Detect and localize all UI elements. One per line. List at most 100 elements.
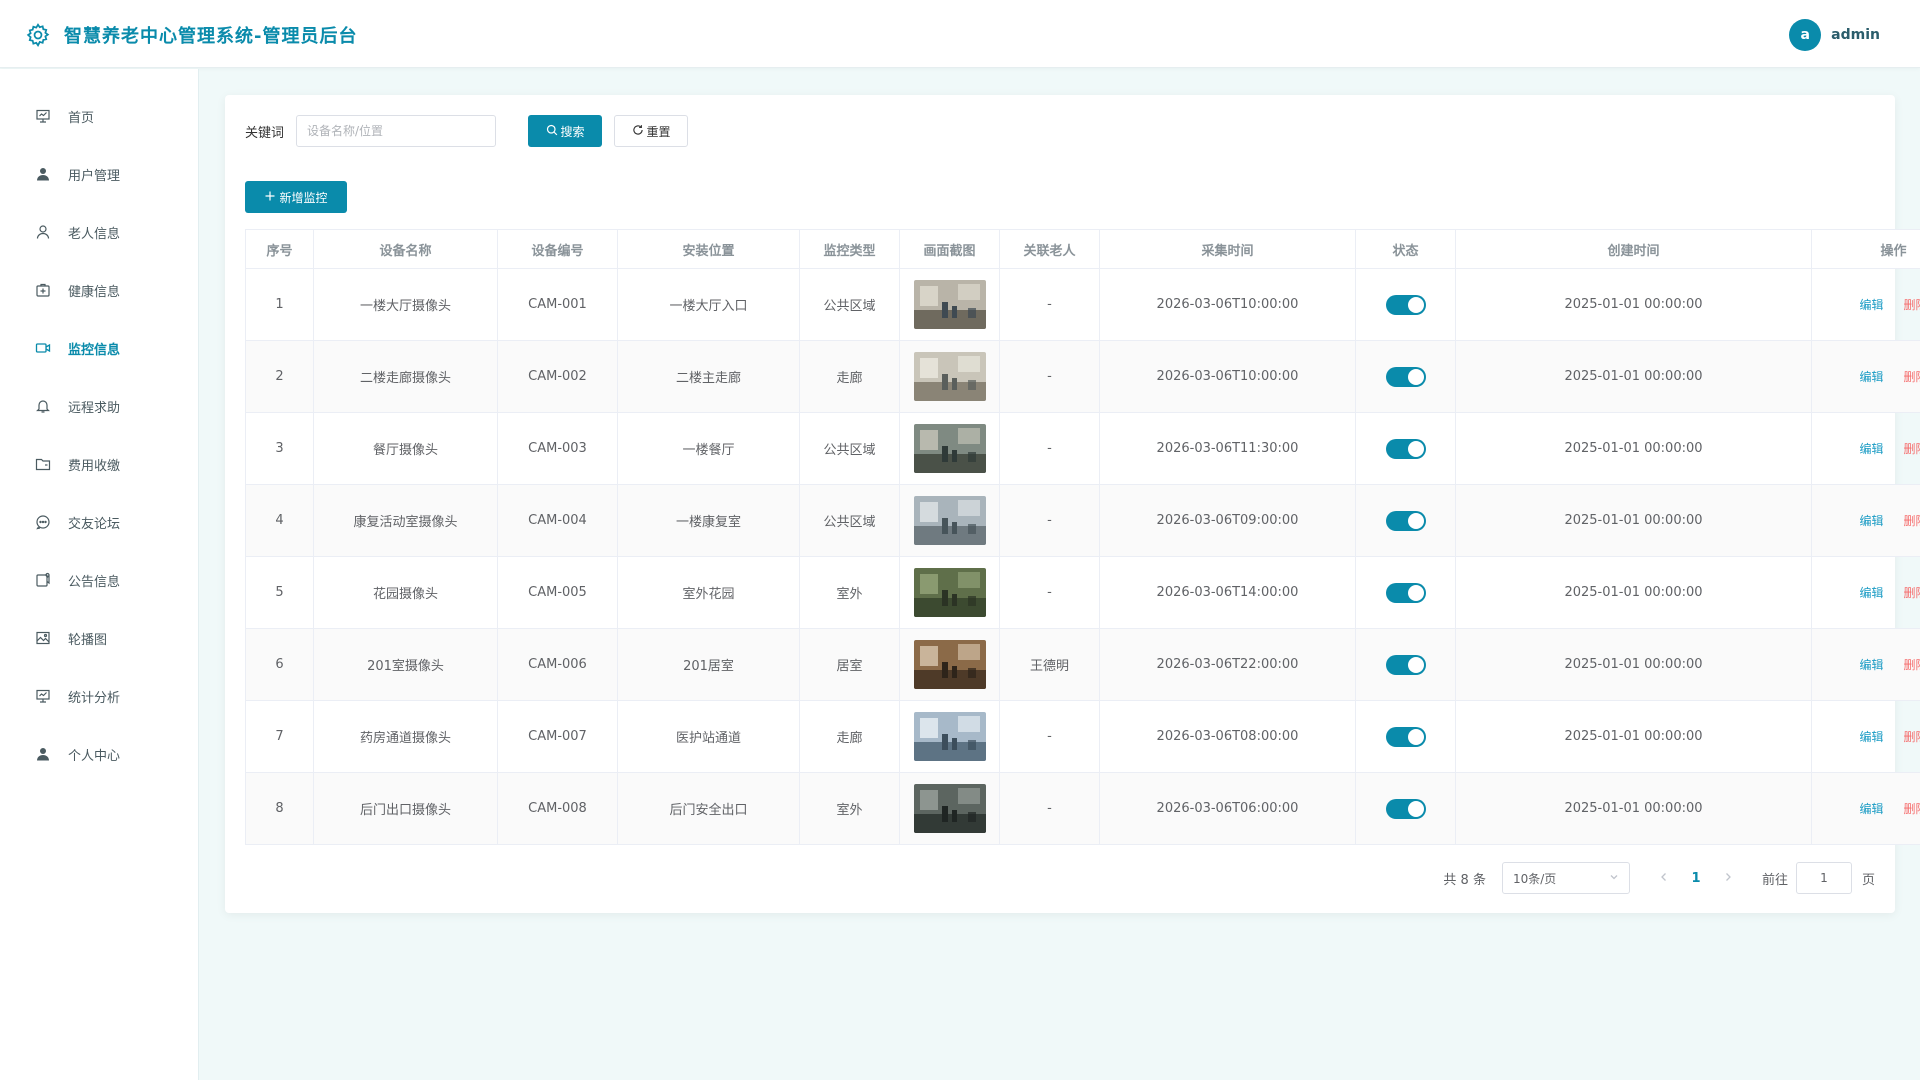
cell-created: 2025-01-01 00:00:00 <box>1455 268 1812 341</box>
cell-name: 花园摄像头 <box>313 556 498 629</box>
edit-button[interactable]: 编辑 <box>1859 586 1883 600</box>
sidebar-item-6[interactable]: 费用收缴 <box>0 435 198 493</box>
camera-snapshot-image[interactable] <box>900 568 999 617</box>
cell-collect: 2026-03-06T09:00:00 <box>1099 484 1356 557</box>
cell-screenshot <box>899 484 1000 557</box>
cell-actions: 编辑 删除 <box>1811 412 1920 485</box>
sidebar-item-2[interactable]: 老人信息 <box>0 203 198 261</box>
user-menu[interactable]: a admin <box>1789 19 1880 51</box>
delete-button[interactable]: 删除 <box>1904 514 1920 528</box>
table-row: 8 后门出口摄像头 CAM-008 后门安全出口 室外 -2026-03-06T06:00… <box>245 772 1920 845</box>
cell-code: CAM-007 <box>497 700 618 773</box>
sidebar-item-label: 首页 <box>68 110 95 126</box>
cell-location: 后门安全出口 <box>617 772 800 845</box>
username[interactable]: admin <box>1831 27 1880 43</box>
edit-button[interactable]: 编辑 <box>1859 514 1883 528</box>
status-toggle[interactable] <box>1385 582 1426 603</box>
status-toggle[interactable] <box>1385 366 1426 387</box>
delete-button[interactable]: 删除 <box>1904 586 1920 600</box>
cell-created: 2025-01-01 00:00:00 <box>1455 772 1812 845</box>
sidebar-item-10[interactable]: 统计分析 <box>0 667 198 725</box>
page-number-current[interactable]: 1 <box>1682 871 1710 886</box>
cell-collect: 2026-03-06T22:00:00 <box>1099 628 1356 701</box>
reset-button[interactable]: 重置 <box>614 115 689 147</box>
camera-snapshot-image[interactable] <box>900 424 999 473</box>
cell-screenshot <box>899 628 1000 701</box>
sidebar: 首页用户管理 老人信息 健康信息 监控信息 远程求助费用收缴交友论坛公告信息 轮播图 统计分… <box>0 69 199 1080</box>
pagination-total: 共 8 条 <box>1443 872 1486 888</box>
delete-button[interactable]: 删除 <box>1904 658 1920 672</box>
delete-button[interactable]: 删除 <box>1904 442 1920 456</box>
column-header: 监控类型 <box>799 229 900 269</box>
cell-collect: 2026-03-06T10:00:00 <box>1099 340 1356 413</box>
cell-collect: 2026-03-06T08:00:00 <box>1099 700 1356 773</box>
status-toggle[interactable] <box>1385 654 1426 675</box>
cell-collect: 2026-03-06T14:00:00 <box>1099 556 1356 629</box>
cell-status <box>1355 412 1456 485</box>
edit-button[interactable]: 编辑 <box>1859 370 1883 384</box>
column-header: 序号 <box>245 229 314 269</box>
status-toggle[interactable] <box>1385 726 1426 747</box>
camera-snapshot-image[interactable] <box>900 352 999 401</box>
cell-status <box>1355 628 1456 701</box>
edit-button[interactable]: 编辑 <box>1859 298 1883 312</box>
sidebar-item-8[interactable]: 公告信息 <box>0 551 198 609</box>
delete-button[interactable]: 删除 <box>1904 298 1920 312</box>
edit-button[interactable]: 编辑 <box>1859 658 1883 672</box>
cell-created: 2025-01-01 00:00:00 <box>1455 484 1812 557</box>
sidebar-item-label: 费用收缴 <box>68 458 121 474</box>
camera-snapshot-image[interactable] <box>900 496 999 545</box>
sidebar-item-5[interactable]: 远程求助 <box>0 377 198 435</box>
camera-snapshot-image[interactable] <box>900 712 999 761</box>
camera-snapshot-image[interactable] <box>900 280 999 329</box>
page-size-value: 10条/页 <box>1512 871 1557 886</box>
add-monitor-button[interactable]: 新增监控 <box>245 181 347 213</box>
delete-button[interactable]: 删除 <box>1904 370 1920 384</box>
sidebar-item-4[interactable]: 监控信息 <box>0 319 198 377</box>
sidebar-item-11[interactable]: 个人中心 <box>0 725 198 783</box>
table-row: 1 一楼大厅摄像头 CAM-001 一楼大厅入口 公共区域 -2026-03-06T10:… <box>245 268 1920 341</box>
picture-icon <box>34 629 52 647</box>
cell-status <box>1355 268 1456 341</box>
table-body: 1 一楼大厅摄像头 CAM-001 一楼大厅入口 公共区域 -2026-03-06T10:… <box>245 268 1920 845</box>
cell-name: 一楼大厅摄像头 <box>313 268 498 341</box>
sidebar-item-label: 交友论坛 <box>68 516 121 532</box>
sidebar-item-0[interactable]: 首页 <box>0 87 198 145</box>
cell-collect: 2026-03-06T11:30:00 <box>1099 412 1356 485</box>
status-toggle[interactable] <box>1385 294 1426 315</box>
next-page-button[interactable] <box>1714 870 1742 886</box>
edit-button[interactable]: 编辑 <box>1859 802 1883 816</box>
sidebar-item-7[interactable]: 交友论坛 <box>0 493 198 551</box>
page-unit-label: 页 <box>1861 872 1875 888</box>
user-icon <box>34 165 52 183</box>
search-button[interactable]: 搜索 <box>528 115 603 147</box>
cell-elder: - <box>999 340 1100 413</box>
page-size-select[interactable]: 10条/页 <box>1501 862 1630 894</box>
cell-actions: 编辑 删除 <box>1811 700 1920 773</box>
edit-button[interactable]: 编辑 <box>1859 442 1883 456</box>
status-toggle[interactable] <box>1385 438 1426 459</box>
cell-code: CAM-008 <box>497 772 618 845</box>
cell-type: 走廊 <box>799 700 900 773</box>
cell-status <box>1355 484 1456 557</box>
status-toggle[interactable] <box>1385 798 1426 819</box>
delete-button[interactable]: 删除 <box>1904 802 1920 816</box>
avatar[interactable]: a <box>1789 19 1822 51</box>
sidebar-item-1[interactable]: 用户管理 <box>0 145 198 203</box>
sidebar-item-3[interactable]: 健康信息 <box>0 261 198 319</box>
cell-elder: - <box>999 268 1100 341</box>
prev-page-button[interactable] <box>1650 870 1678 886</box>
keyword-input[interactable] <box>296 115 497 147</box>
camera-snapshot-image[interactable] <box>900 784 999 833</box>
delete-button[interactable]: 删除 <box>1904 730 1920 744</box>
chevron-right-icon <box>1726 873 1731 881</box>
reset-button-label: 重置 <box>646 124 671 139</box>
edit-button[interactable]: 编辑 <box>1859 730 1883 744</box>
table-row: 3 餐厅摄像头 CAM-003 一楼餐厅 公共区域 -2026-03-06T11:30:0… <box>245 412 1920 485</box>
sidebar-item-9[interactable]: 轮播图 <box>0 609 198 667</box>
camera-snapshot-image[interactable] <box>900 640 999 689</box>
goto-page-input[interactable] <box>1795 862 1852 894</box>
cell-name: 康复活动室摄像头 <box>313 484 498 557</box>
status-toggle[interactable] <box>1385 510 1426 531</box>
cell-code: CAM-001 <box>497 268 618 341</box>
